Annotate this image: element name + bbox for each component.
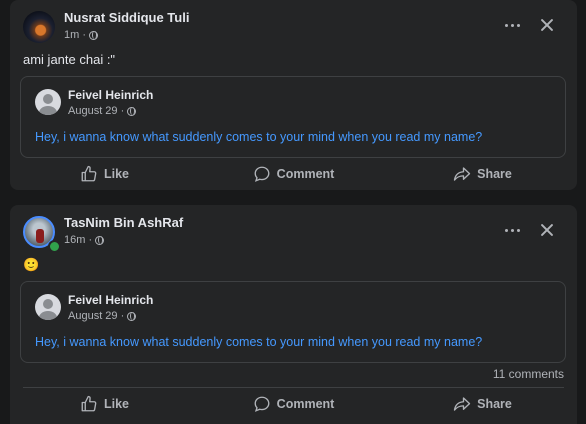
close-icon[interactable] — [536, 14, 558, 36]
shared-text[interactable]: Hey, i wanna know what suddenly comes to… — [35, 335, 482, 349]
share-label: Share — [477, 167, 512, 181]
share-button[interactable]: Share — [388, 388, 577, 420]
like-label: Like — [103, 167, 129, 181]
share-arrow-icon — [453, 167, 471, 181]
post-time[interactable]: 16m · — [64, 234, 92, 246]
shared-text[interactable]: Hey, i wanna know what suddenly comes to… — [35, 130, 482, 144]
globe-icon — [89, 30, 98, 40]
comment-button[interactable]: Comment — [199, 388, 388, 420]
shared-post[interactable]: Feivel Heinrich August 29 · Hey, i wanna… — [20, 76, 566, 158]
shared-date[interactable]: August 29 · — [68, 310, 124, 322]
post-header: Nusrat Siddique Tuli 1m · — [23, 8, 567, 48]
comment-button[interactable]: Comment — [199, 158, 388, 190]
share-label: Share — [477, 397, 512, 411]
shared-date[interactable]: August 29 · — [68, 105, 124, 117]
share-arrow-icon — [453, 397, 471, 411]
post-text: ami jante chai :" — [23, 52, 116, 67]
post-time[interactable]: 1m · — [64, 29, 86, 41]
comment-label: Comment — [276, 167, 335, 181]
more-options-icon — [504, 23, 508, 27]
post-text: 🙂 — [23, 257, 40, 272]
post-author[interactable]: TasNim Bin AshRaf — [64, 215, 183, 230]
post-author[interactable]: Nusrat Siddique Tuli — [64, 10, 189, 25]
news-feed: Nusrat Siddique Tuli 1m · ami jante chai… — [0, 0, 586, 424]
more-options-button[interactable] — [501, 14, 523, 36]
avatar[interactable] — [35, 89, 61, 115]
thumbs-up-icon — [81, 165, 97, 182]
post-header: TasNim Bin AshRaf 16m · — [23, 213, 567, 253]
globe-icon — [127, 311, 137, 321]
globe-icon — [127, 106, 137, 116]
close-icon[interactable] — [536, 219, 558, 241]
more-options-button[interactable] — [501, 219, 523, 241]
thumbs-up-icon — [81, 395, 97, 412]
post-meta: 16m · — [64, 234, 105, 246]
post-meta: 1m · — [64, 29, 98, 41]
shared-post[interactable]: Feivel Heinrich August 29 · Hey, i wanna… — [20, 281, 566, 363]
globe-icon — [95, 235, 105, 245]
speech-bubble-icon — [254, 396, 270, 412]
post-actions: Like Comment Share — [10, 388, 577, 420]
speech-bubble-icon — [254, 166, 270, 182]
like-label: Like — [103, 397, 129, 411]
shared-meta: August 29 · — [68, 105, 137, 117]
avatar[interactable] — [23, 11, 55, 43]
comments-count[interactable]: 11 comments — [493, 367, 564, 381]
like-button[interactable]: Like — [10, 158, 199, 190]
post-card: Nusrat Siddique Tuli 1m · ami jante chai… — [10, 0, 577, 190]
comment-label: Comment — [276, 397, 335, 411]
online-status-indicator — [48, 240, 61, 253]
share-button[interactable]: Share — [388, 158, 577, 190]
post-card: TasNim Bin AshRaf 16m · 🙂 Feivel Heinric… — [10, 205, 577, 424]
shared-author[interactable]: Feivel Heinrich — [68, 88, 153, 102]
more-options-icon — [504, 228, 508, 232]
like-button[interactable]: Like — [10, 388, 199, 420]
avatar[interactable] — [35, 294, 61, 320]
post-actions: Like Comment Share — [10, 158, 577, 190]
shared-author[interactable]: Feivel Heinrich — [68, 293, 153, 307]
shared-meta: August 29 · — [68, 310, 137, 322]
